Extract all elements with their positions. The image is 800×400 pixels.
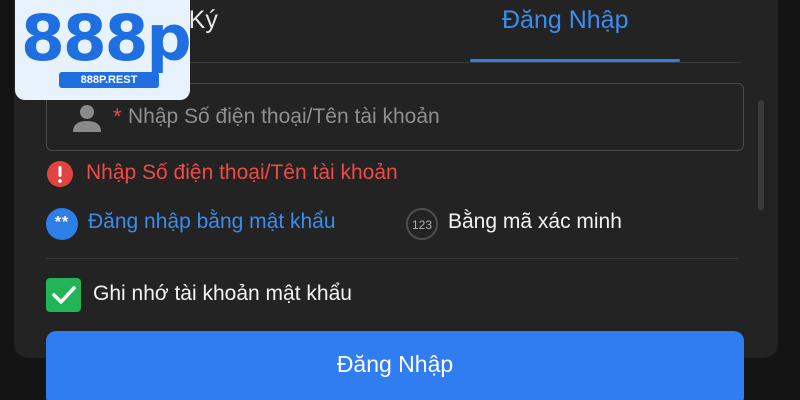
error-message: Nhập Số điện thoại/Tên tài khoản [86,161,398,184]
tab-login[interactable]: Đăng Nhập [502,6,628,35]
password-method-option[interactable]: Đăng nhập bằng mật khẩu [88,210,336,234]
otp-method-option[interactable]: Bằng mã xác minh [448,210,622,234]
otp-method-icon-text: 123 [411,218,433,232]
password-method-icon[interactable]: ** [46,208,78,240]
user-icon [73,105,101,132]
login-submit-label: Đăng Nhập [336,351,454,377]
brand-logo: 888p 888P.REST [15,0,192,100]
login-screen: ăng Ký Đăng Nhập * Nhập Số điện thoại/Tê… [0,0,800,400]
logo-domain: 888P.REST [59,72,159,88]
error-icon [47,161,73,187]
section-divider [46,258,738,259]
checkmark-icon [52,286,76,304]
password-method-icon-text: ** [54,214,70,231]
login-submit-button[interactable]: Đăng Nhập [46,331,744,400]
remember-checkbox[interactable] [46,278,81,312]
remember-label[interactable]: Ghi nhớ tài khoản mật khẩu [93,282,352,306]
account-input-placeholder: Nhập Số điện thoại/Tên tài khoản [128,105,440,128]
required-mark: * [113,104,122,129]
scrollbar[interactable] [758,100,764,210]
active-tab-indicator [470,59,680,62]
otp-method-icon[interactable]: 123 [406,208,438,240]
logo-text: 888p [21,2,192,75]
